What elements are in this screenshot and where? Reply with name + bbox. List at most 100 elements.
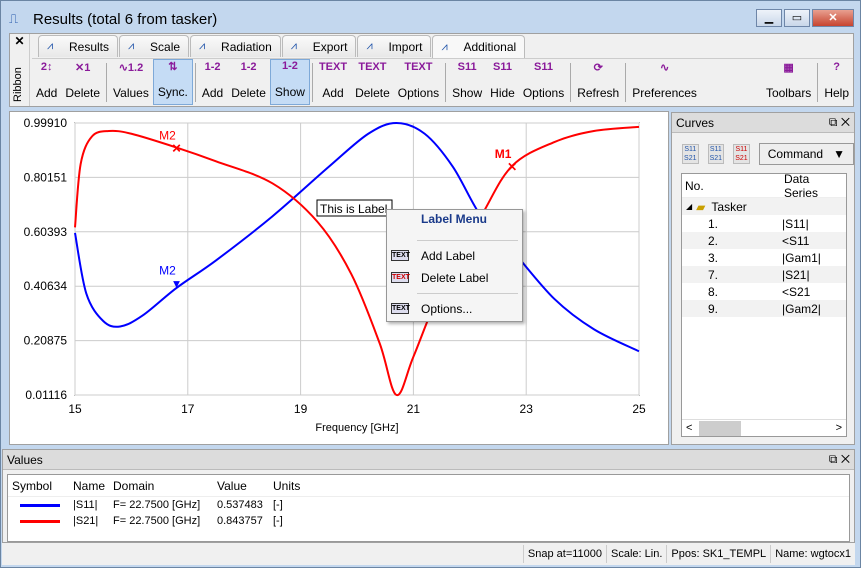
x-tick-label: 25 <box>632 402 646 416</box>
scroll-thumb[interactable] <box>699 420 741 436</box>
row-no: 9. <box>708 301 719 316</box>
tab-additional[interactable]: ⩘ Additional <box>432 35 526 58</box>
horizontal-scrollbar[interactable]: < > <box>682 419 846 436</box>
chart[interactable]: 15 17 19 21 23 25 0.99910 0.80151 0.60393 0.40634… <box>10 112 670 446</box>
sync-button[interactable]: ⇅ Sync. <box>152 59 193 105</box>
add-button[interactable]: 2↕ Add <box>32 59 61 105</box>
status-field: Ppos: SK1_TEMPL <box>666 545 770 563</box>
float-icon[interactable]: ⧉ <box>829 452 838 466</box>
hide-icon: S11 <box>493 61 512 73</box>
show-button[interactable]: 1-2 Show <box>269 59 310 105</box>
close-icon[interactable]: ✕ <box>841 115 850 129</box>
results-window: ⎍ Results (total 6 from tasker) ▁ ▭ ✕ ✕ Ribb… <box>0 0 861 568</box>
menu-item-add-label[interactable]: Add Label <box>421 249 475 263</box>
table-row[interactable]: |S11| F= 22.7500 [GHz] 0.537483 [-] <box>8 497 849 513</box>
col-symbol: Symbol <box>12 478 53 493</box>
show-button[interactable]: S11 Show <box>448 59 486 105</box>
tab-scale[interactable]: ⩘ Scale <box>119 35 190 57</box>
separator <box>445 63 447 102</box>
separator <box>625 63 627 102</box>
delete-button[interactable]: TEXT Delete <box>351 59 394 105</box>
delete-icon: ✕1 <box>75 62 91 74</box>
close-button[interactable]: ✕ <box>812 9 854 27</box>
cell-units: [-] <box>273 515 283 527</box>
add-button[interactable]: TEXT Add <box>315 59 351 105</box>
sort-series-button[interactable]: S11 S21 <box>682 144 699 164</box>
ribbon-close-icon[interactable]: ✕ <box>10 34 29 48</box>
chart-icon: ⎍ <box>9 11 19 26</box>
cell-value: 0.843757 <box>217 515 263 527</box>
menu-item-delete-label[interactable]: Delete Label <box>421 271 488 285</box>
list-item[interactable]: 8. <S21 <box>682 283 846 300</box>
row-series: <S11 <box>782 233 810 248</box>
add-button[interactable]: 1-2 Add <box>198 59 227 105</box>
tool-label: Preferences <box>632 86 697 100</box>
list-item[interactable]: 7. |S21| <box>682 266 846 283</box>
show-icon: S11 <box>457 61 477 73</box>
float-icon[interactable]: ⧉ <box>829 115 838 129</box>
delete-button[interactable]: 1-2 Delete <box>227 59 270 105</box>
tool-label: Show <box>452 86 483 100</box>
separator <box>570 63 572 102</box>
tab-import[interactable]: ⩘ Import <box>357 35 432 57</box>
cell-domain: F= 22.7500 [GHz] <box>113 499 201 511</box>
check-series-button[interactable]: S11 S21 <box>707 144 725 164</box>
scroll-right-icon[interactable]: > <box>836 422 842 434</box>
preferences-button[interactable]: ∿ Preferences <box>628 59 701 105</box>
tab-radiation[interactable]: ⩘ Radiation <box>190 35 281 57</box>
options-button[interactable]: S11 Options <box>519 59 568 105</box>
hide-button[interactable]: S11 Hide <box>486 59 519 105</box>
tab-export[interactable]: ⩘ Export <box>281 35 357 57</box>
separator <box>817 63 819 102</box>
tool-label: Delete <box>355 86 390 100</box>
delete-icon: TEXT <box>358 61 387 73</box>
table-row[interactable]: |S21| F= 22.7500 [GHz] 0.843757 [-] <box>8 513 849 529</box>
command-label: Command <box>767 147 824 161</box>
column-no: No. <box>685 178 704 193</box>
uncheck-series-button[interactable]: S11 S21 <box>733 144 750 164</box>
menu-item-options[interactable]: Options... <box>421 302 472 316</box>
annotation-label: This is Label <box>320 202 387 216</box>
list-item[interactable]: 9. |Gam2| <box>682 300 846 317</box>
tab-label: Export <box>312 39 348 54</box>
row-no: 7. <box>708 267 719 282</box>
row-no: 2. <box>708 233 719 248</box>
tool-label: Hide <box>490 86 515 100</box>
minimize-button[interactable]: ▁ <box>756 9 782 27</box>
delete-icon: 1-2 <box>240 61 257 73</box>
expand-icon[interactable]: ◢ <box>682 202 692 211</box>
help-button[interactable]: ? Help <box>820 59 853 105</box>
maximize-button[interactable]: ▭ <box>784 9 810 27</box>
tool-label: Help <box>824 86 849 100</box>
plot-area[interactable]: 15 17 19 21 23 25 0.99910 0.80151 0.60393 0.40634… <box>9 111 669 445</box>
list-item[interactable]: 1. |S11| <box>682 215 846 232</box>
options-icon: TEXT <box>391 303 410 314</box>
command-dropdown[interactable]: Command ▼ <box>758 143 854 165</box>
add-icon: 2↕ <box>40 61 53 73</box>
delete-button[interactable]: ✕1 Delete <box>61 59 104 105</box>
values-button[interactable]: ∿1.2 Values <box>109 59 153 105</box>
tree-group-tasker[interactable]: ◢ ▰ Tasker <box>682 198 846 215</box>
curves-tree: No. Data Series ◢ ▰ Tasker 1. |S11| 2. <S11 3. |… <box>681 172 847 437</box>
toolbars-button[interactable]: ▦ Toolbars <box>762 59 815 105</box>
row-series: |Gam1| <box>782 250 821 265</box>
options-icon: S11 <box>534 61 553 73</box>
y-tick-label: 0.20875 <box>24 334 68 348</box>
options-button[interactable]: TEXT Options <box>394 59 443 105</box>
export-icon: ⩘ <box>290 40 297 52</box>
tab-results[interactable]: ⩘ Results <box>38 35 119 57</box>
close-icon[interactable]: ✕ <box>841 452 850 466</box>
symbol-swatch <box>8 503 70 507</box>
ribbon: ✕ Ribbon ⩘ Results ⩘ Scale ⩘ Radiation ⩘ Export ⩘… <box>9 33 854 107</box>
x-axis-label: Frequency [GHz] <box>315 422 398 434</box>
list-item[interactable]: 3. |Gam1| <box>682 249 846 266</box>
scroll-left-icon[interactable]: < <box>686 422 692 434</box>
list-item[interactable]: 2. <S11 <box>682 232 846 249</box>
tab-label: Radiation <box>221 39 272 54</box>
add-icon: TEXT <box>318 61 348 73</box>
refresh-button[interactable]: ⟳ Refresh <box>573 59 623 105</box>
options-icon: TEXT <box>404 61 433 73</box>
values-table: Symbol Name Domain Value Units |S11| F= 22.75… <box>7 474 850 542</box>
status-bar: Snap at=11000 Scale: Lin. Ppos: SK1_TEMPL N… <box>2 543 855 565</box>
y-tick-label: 0.01116 <box>25 388 67 402</box>
